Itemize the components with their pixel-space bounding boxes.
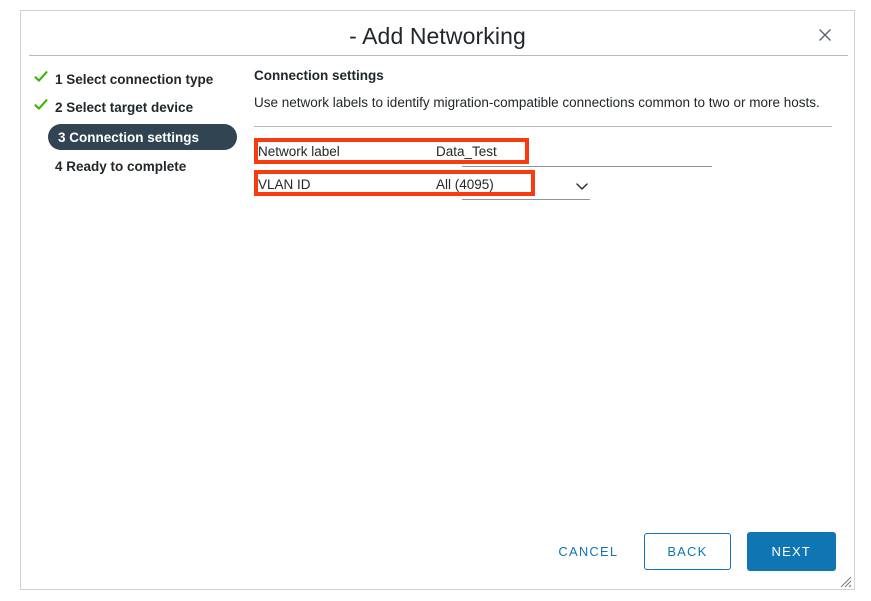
sidebar-item-connection-settings[interactable]: 3 Connection settings <box>48 124 237 150</box>
dialog-body: 1 Select connection type 2 Select target… <box>21 56 854 589</box>
sidebar-item-label: 1 Select connection type <box>55 72 213 87</box>
network-label-underline <box>462 166 712 167</box>
content-divider <box>254 126 832 127</box>
section-heading: Connection settings <box>254 68 834 83</box>
resize-handle[interactable] <box>840 575 852 587</box>
sidebar-item-label: 2 Select target device <box>55 100 193 115</box>
dialog-header: - Add Networking <box>21 11 854 55</box>
back-button[interactable]: BACK <box>644 533 730 570</box>
sidebar-item-select-connection-type[interactable]: 1 Select connection type <box>29 68 257 91</box>
connection-settings-form: Network label Data_Test VLAN ID All (409… <box>254 139 834 205</box>
vlan-id-select-value[interactable]: All (4095) <box>436 177 494 192</box>
vlan-id-label: VLAN ID <box>258 177 311 192</box>
section-description: Use network labels to identify migration… <box>254 91 824 114</box>
network-label-row: Network label Data_Test <box>254 139 834 172</box>
network-label-input[interactable]: Data_Test <box>436 144 497 159</box>
next-button[interactable]: NEXT <box>747 532 836 571</box>
vlan-id-row: VLAN ID All (4095) <box>254 172 834 205</box>
wizard-steps: 1 Select connection type 2 Select target… <box>29 68 257 183</box>
check-icon <box>34 70 48 84</box>
sidebar-item-label: 3 Connection settings <box>58 130 199 145</box>
add-networking-dialog: - Add Networking 1 Select connection typ… <box>20 10 855 590</box>
sidebar-item-ready-to-complete[interactable]: 4 Ready to complete <box>29 155 257 178</box>
sidebar-item-label: 4 Ready to complete <box>55 159 186 174</box>
chevron-down-icon[interactable] <box>574 178 590 194</box>
main-panel: Connection settings Use network labels t… <box>254 68 834 205</box>
check-icon <box>34 98 48 112</box>
network-label-label: Network label <box>258 144 340 159</box>
sidebar-item-select-target-device[interactable]: 2 Select target device <box>29 96 257 119</box>
close-icon[interactable] <box>814 24 836 46</box>
vlan-id-underline <box>462 199 590 200</box>
cancel-button[interactable]: CANCEL <box>548 536 628 567</box>
dialog-footer: CANCEL BACK NEXT <box>548 532 836 571</box>
page-title: - Add Networking <box>21 23 854 50</box>
